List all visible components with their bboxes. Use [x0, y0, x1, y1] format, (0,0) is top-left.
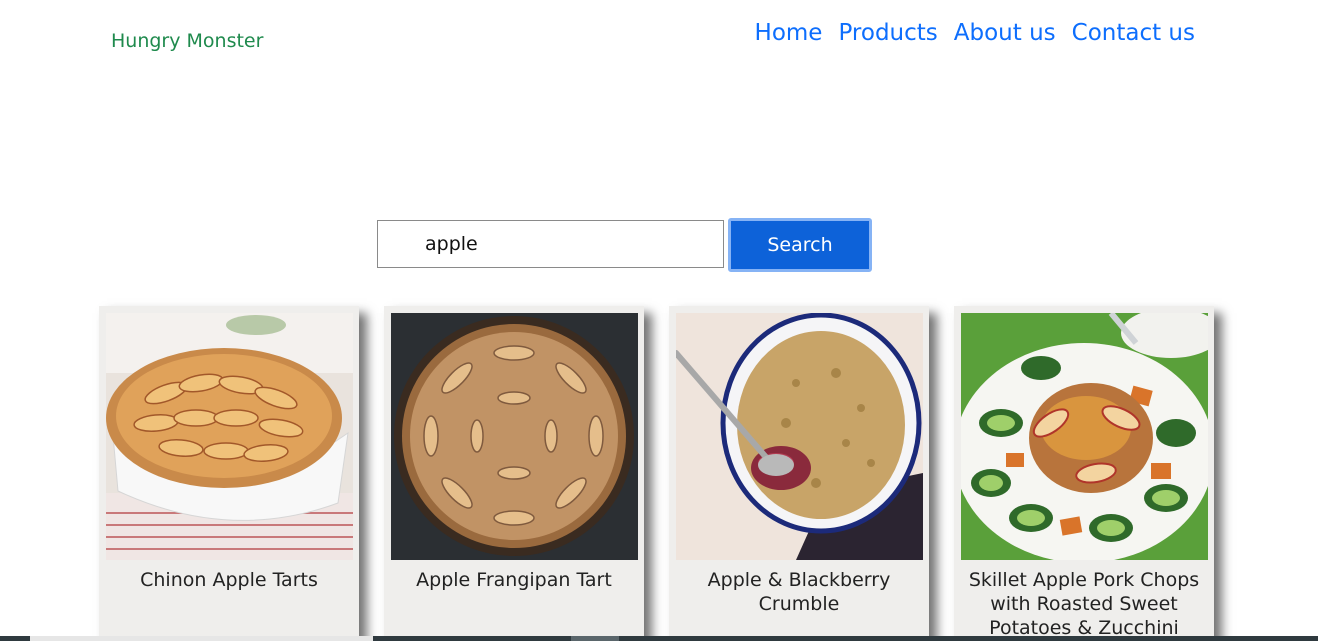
frangipan-tart-image — [391, 313, 638, 560]
scroll-indicator — [571, 636, 619, 641]
pork-chops-image — [961, 313, 1208, 560]
meal-title: Apple & Blackberry Crumble — [707, 569, 891, 615]
nav-products-link[interactable]: Products — [838, 20, 937, 46]
meal-card[interactable]: Apple & Blackberry Crumble — [669, 306, 929, 641]
main-nav: Home Products About us Contact us — [755, 20, 1195, 46]
scroll-thumb[interactable] — [30, 636, 373, 641]
crumble-image — [676, 313, 923, 560]
nav-home-link[interactable]: Home — [755, 20, 823, 46]
brand-logo[interactable]: Hungry Monster — [111, 30, 263, 52]
meal-card[interactable]: Chinon Apple Tarts — [99, 306, 359, 641]
search-button[interactable]: Search — [728, 218, 872, 272]
nav-contact-link[interactable]: Contact us — [1072, 20, 1195, 46]
apple-tart-image — [106, 313, 353, 560]
meal-card[interactable]: Apple Frangipan Tart — [384, 306, 644, 641]
meal-title: Chinon Apple Tarts — [140, 569, 318, 591]
results-grid: Chinon Apple Tarts Apple Frangipan Tart … — [99, 306, 1214, 641]
meal-title: Apple Frangipan Tart — [416, 569, 612, 591]
nav-about-link[interactable]: About us — [954, 20, 1056, 46]
search-input[interactable] — [377, 220, 724, 268]
meal-card[interactable]: Skillet Apple Pork Chops with Roasted Sw… — [954, 306, 1214, 641]
page: Hungry Monster Home Products About us Co… — [0, 0, 1318, 641]
meal-title: Skillet Apple Pork Chops with Roasted Sw… — [968, 569, 1200, 639]
